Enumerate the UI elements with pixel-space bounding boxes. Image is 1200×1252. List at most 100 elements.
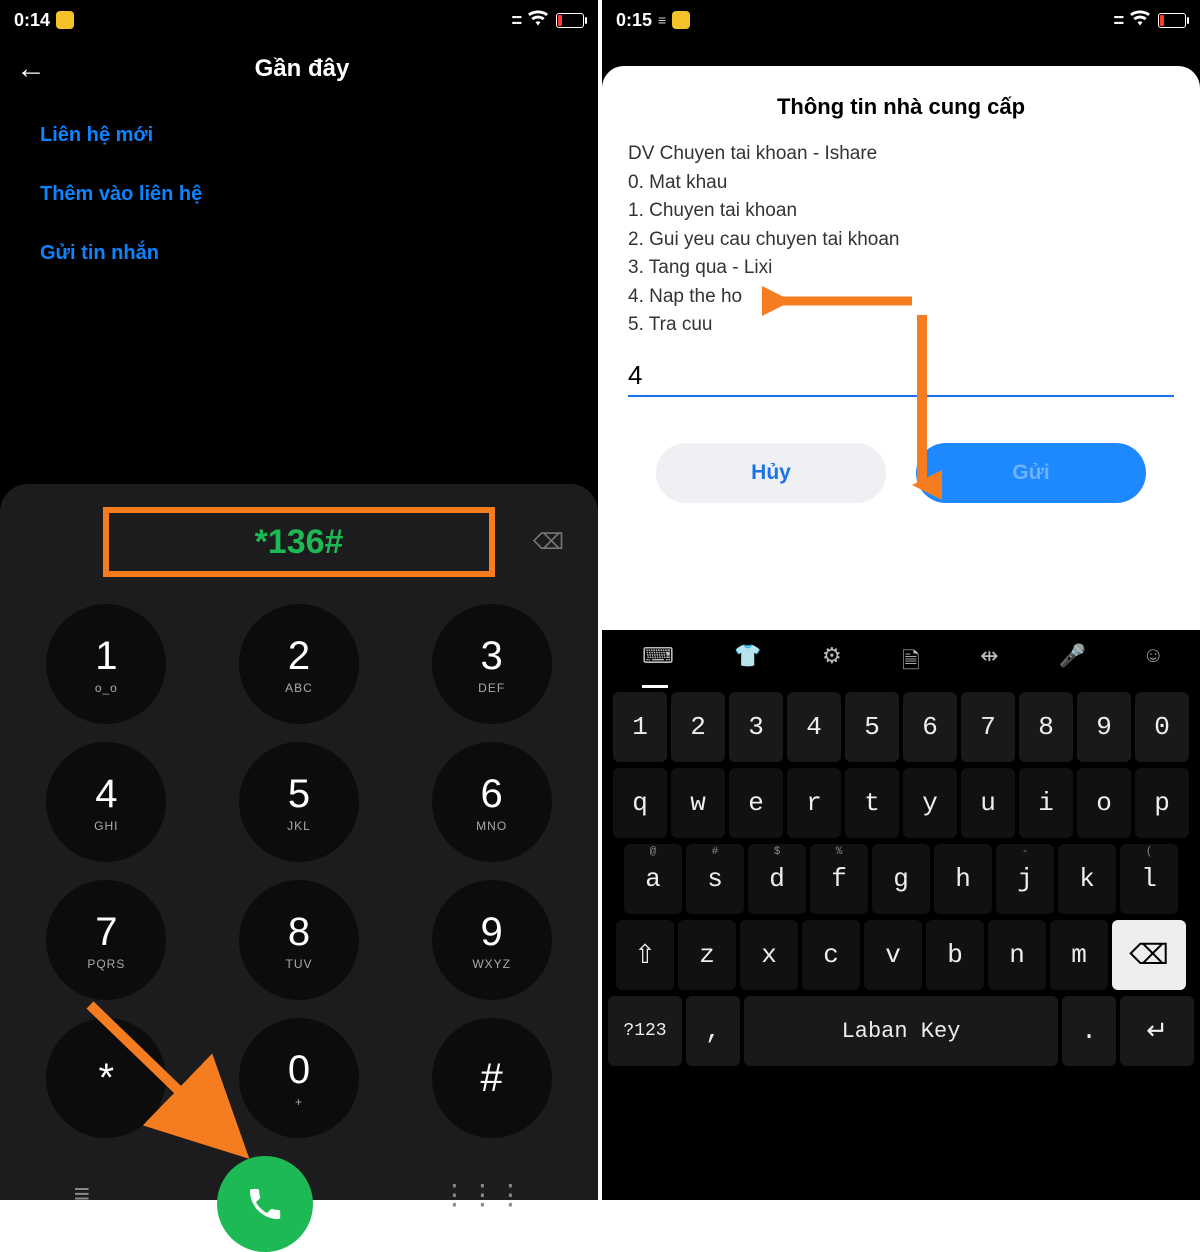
modal-body: DV Chuyen tai khoan - Ishare0. Mat khau1…: [628, 140, 1174, 340]
key-*[interactable]: *: [46, 1018, 166, 1138]
kbd-key-4[interactable]: 4: [787, 692, 841, 762]
kbd-key-u[interactable]: u: [961, 768, 1015, 838]
battery-icon: [556, 13, 584, 28]
dialpad-icon[interactable]: ⋮⋮⋮: [440, 1178, 524, 1211]
keypad: 1o_o 2ABC 3DEF 4GHI 5JKL 6MNO 7PQRS 8TUV 9WXYZ * 0…: [10, 604, 588, 1138]
key-1[interactable]: 1o_o: [46, 604, 166, 724]
kbd-clipboard-icon[interactable]: 👕: [734, 644, 761, 682]
kbd-enter-key[interactable]: ↵: [1120, 996, 1194, 1066]
page-title: Gần đây: [46, 55, 558, 83]
status-time: 0:14: [14, 10, 50, 31]
kbd-key-k[interactable]: k: [1058, 844, 1116, 914]
wifi-icon: [1130, 10, 1150, 31]
kbd-key-a[interactable]: a@: [624, 844, 682, 914]
battery-icon: [1158, 13, 1186, 28]
link-list: Liên hệ mới Thêm vào liên hệ Gửi tin nhắ…: [0, 96, 598, 293]
dialed-number: *136#: [255, 523, 344, 562]
right-screenshot: 0:15 ≡ :::: Thông tin nhà cung cấp DV Ch…: [598, 0, 1200, 1200]
wifi-icon: [528, 10, 548, 31]
cancel-button[interactable]: Hủy: [656, 443, 886, 503]
key-8[interactable]: 8TUV: [239, 880, 359, 1000]
kbd-symbols-key[interactable]: ?123: [608, 996, 682, 1066]
input-underline: [628, 395, 1174, 397]
kbd-key-q[interactable]: q: [613, 768, 667, 838]
kbd-key-r[interactable]: r: [787, 768, 841, 838]
key-9[interactable]: 9WXYZ: [432, 880, 552, 1000]
modal-line: 5. Tra cuu: [628, 311, 1174, 340]
kbd-key-1[interactable]: 1: [613, 692, 667, 762]
kbd-key-h[interactable]: h: [934, 844, 992, 914]
key-2[interactable]: 2ABC: [239, 604, 359, 724]
kbd-period-key[interactable]: .: [1062, 996, 1116, 1066]
kbd-key-s[interactable]: s#: [686, 844, 744, 914]
kbd-key-e[interactable]: e: [729, 768, 783, 838]
kbd-key-y[interactable]: y: [903, 768, 957, 838]
kbd-key-w[interactable]: w: [671, 768, 725, 838]
kbd-delete-key[interactable]: ⌫: [1112, 920, 1186, 990]
status-app-icon: [672, 11, 690, 29]
call-button[interactable]: [217, 1156, 313, 1252]
kbd-key-t[interactable]: t: [845, 768, 899, 838]
status-extra-icon: ≡: [658, 12, 666, 28]
kbd-key-g[interactable]: g: [872, 844, 930, 914]
send-button[interactable]: Gửi: [916, 443, 1146, 503]
kbd-settings-icon[interactable]: ⚙: [822, 644, 842, 682]
kbd-key-p[interactable]: p: [1135, 768, 1189, 838]
keyboard: ⌨ 👕 ⚙ 🗎 ⇹ 🎤 ☺ 1234567890 qwertyuiop a@s#…: [602, 630, 1200, 1200]
kbd-layout-icon[interactable]: ⌨: [642, 644, 674, 682]
kbd-key-x[interactable]: x: [740, 920, 798, 990]
key-4[interactable]: 4GHI: [46, 742, 166, 862]
modal-line: 3. Tang qua - Lixi: [628, 254, 1174, 283]
kbd-key-2[interactable]: 2: [671, 692, 725, 762]
kbd-key-5[interactable]: 5: [845, 692, 899, 762]
kbd-cursor-icon[interactable]: ⇹: [980, 644, 998, 682]
kbd-key-9[interactable]: 9: [1077, 692, 1131, 762]
left-screenshot: 0:14 :::: ← Gần đây Liên hệ mới Thêm vào…: [0, 0, 598, 1200]
ussd-input[interactable]: 4: [628, 352, 1174, 395]
key-6[interactable]: 6MNO: [432, 742, 552, 862]
signal-icon: ::::: [511, 11, 520, 29]
kbd-emoji-icon[interactable]: ☺: [1147, 644, 1160, 682]
kbd-key-v[interactable]: v: [864, 920, 922, 990]
status-bar: 0:15 ≡ ::::: [602, 0, 1200, 34]
kbd-key-j[interactable]: j-: [996, 844, 1054, 914]
kbd-doc-icon[interactable]: 🗎: [902, 644, 920, 682]
kbd-key-o[interactable]: o: [1077, 768, 1131, 838]
kbd-key-3[interactable]: 3: [729, 692, 783, 762]
keyboard-toolbar: ⌨ 👕 ⚙ 🗎 ⇹ 🎤 ☺: [608, 636, 1194, 692]
kbd-mic-icon[interactable]: 🎤: [1059, 644, 1086, 682]
send-message-link[interactable]: Gửi tin nhắn: [0, 224, 598, 283]
provider-modal: Thông tin nhà cung cấp DV Chuyen tai kho…: [602, 66, 1200, 660]
key-0[interactable]: 0+: [239, 1018, 359, 1138]
key-#[interactable]: #: [432, 1018, 552, 1138]
backspace-icon[interactable]: ⌫: [533, 529, 564, 555]
kbd-key-8[interactable]: 8: [1019, 692, 1073, 762]
kbd-key-z[interactable]: z: [678, 920, 736, 990]
menu-icon[interactable]: ≡: [74, 1178, 90, 1210]
status-time: 0:15: [616, 10, 652, 31]
kbd-key-m[interactable]: m: [1050, 920, 1108, 990]
key-5[interactable]: 5JKL: [239, 742, 359, 862]
kbd-key-6[interactable]: 6: [903, 692, 957, 762]
kbd-key-f[interactable]: f%: [810, 844, 868, 914]
kbd-key-7[interactable]: 7: [961, 692, 1015, 762]
status-bar: 0:14 ::::: [0, 0, 598, 34]
kbd-key-0[interactable]: 0: [1135, 692, 1189, 762]
key-7[interactable]: 7PQRS: [46, 880, 166, 1000]
kbd-key-b[interactable]: b: [926, 920, 984, 990]
new-contact-link[interactable]: Liên hệ mới: [0, 106, 598, 165]
kbd-key-d[interactable]: d$: [748, 844, 806, 914]
add-to-contact-link[interactable]: Thêm vào liên hệ: [0, 165, 598, 224]
status-app-icon: [56, 11, 74, 29]
modal-line: 4. Nap the ho: [628, 283, 1174, 312]
kbd-shift-key[interactable]: ⇧: [616, 920, 674, 990]
kbd-key-n[interactable]: n: [988, 920, 1046, 990]
key-3[interactable]: 3DEF: [432, 604, 552, 724]
kbd-key-c[interactable]: c: [802, 920, 860, 990]
modal-line: 1. Chuyen tai khoan: [628, 197, 1174, 226]
back-button[interactable]: ←: [16, 52, 46, 86]
kbd-key-i[interactable]: i: [1019, 768, 1073, 838]
kbd-space-key[interactable]: Laban Key: [744, 996, 1058, 1066]
kbd-comma-key[interactable]: ,: [686, 996, 740, 1066]
kbd-key-l[interactable]: l(: [1120, 844, 1178, 914]
